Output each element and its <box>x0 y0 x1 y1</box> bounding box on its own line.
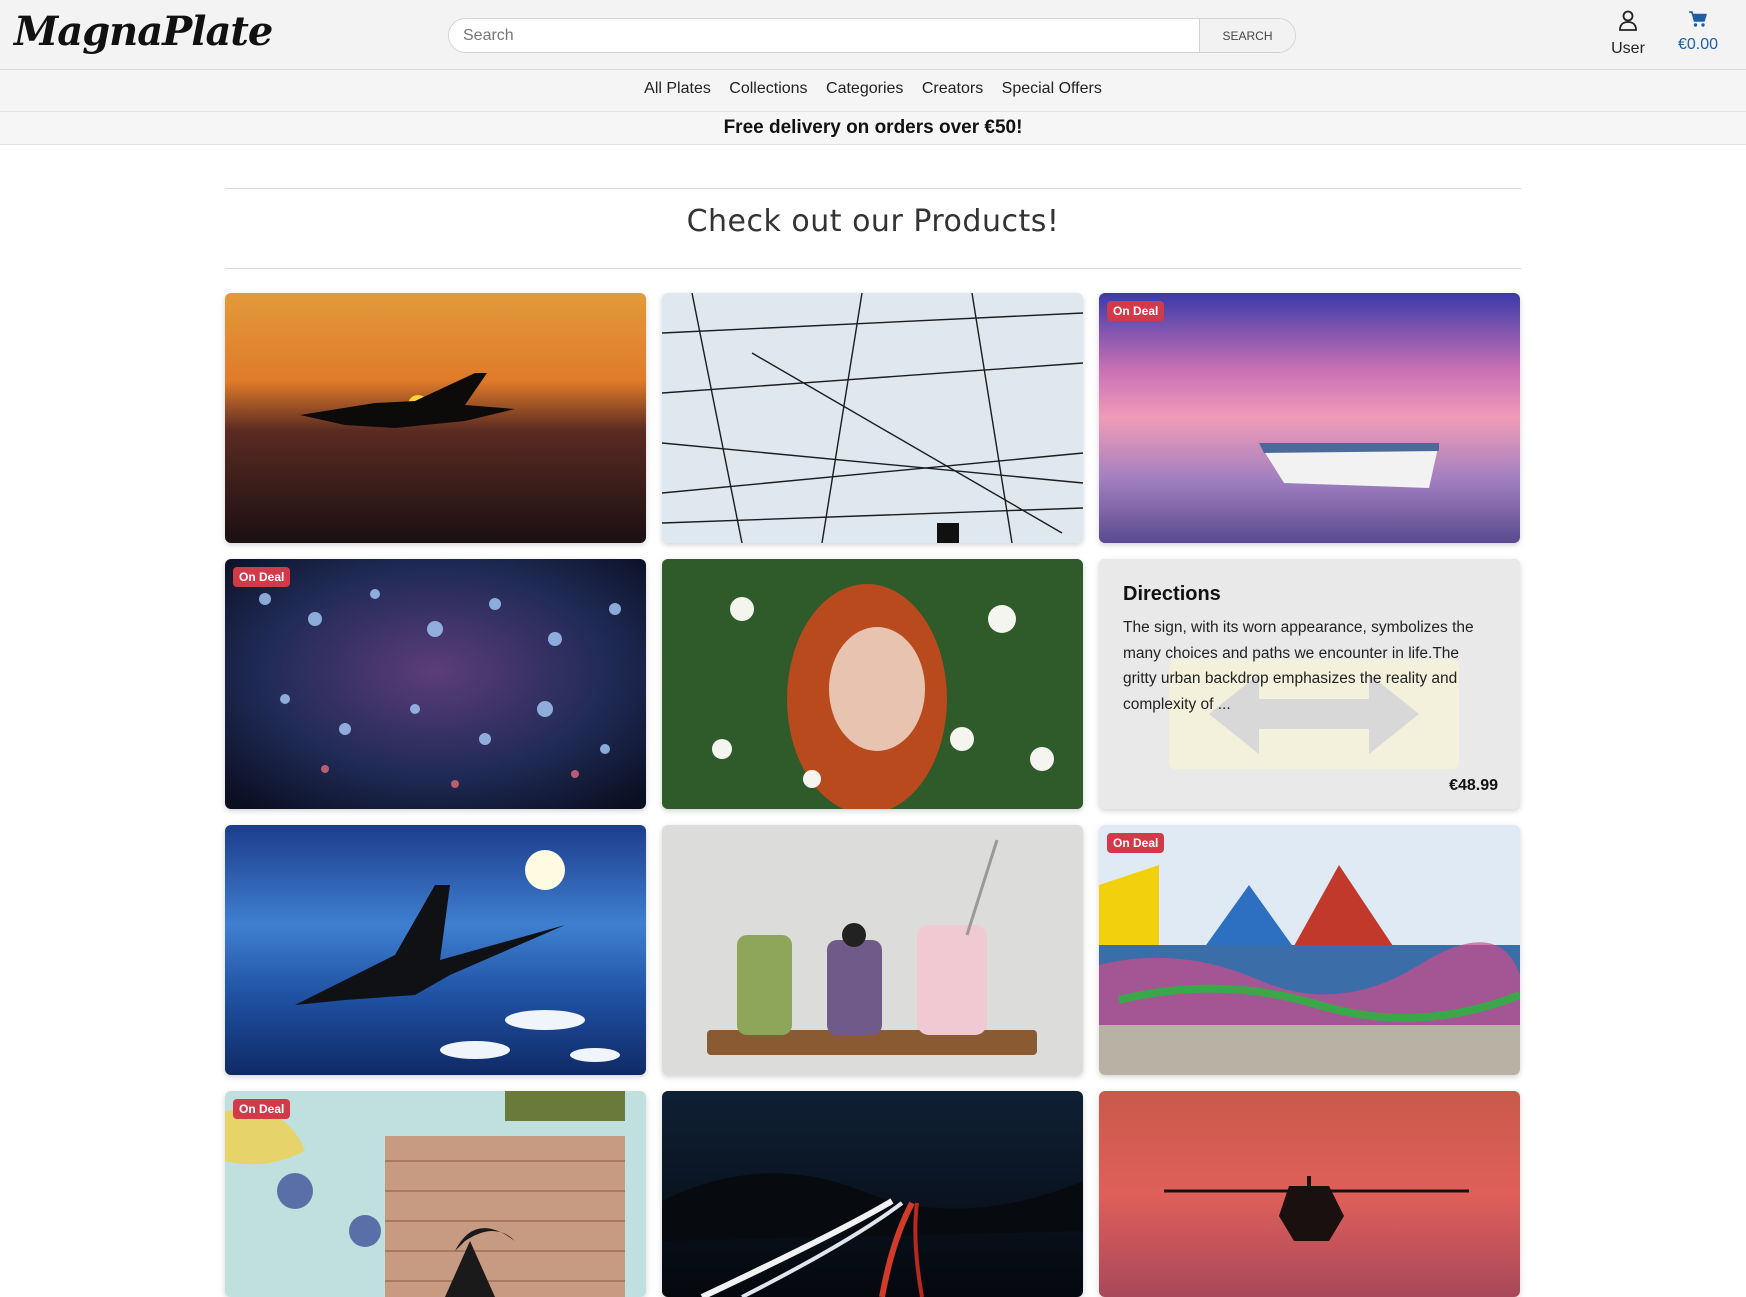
on-deal-badge: On Deal <box>233 1099 291 1119</box>
product-title: Directions <box>1123 583 1221 605</box>
product-info-overlay: Directions The sign, with its worn appea… <box>1099 559 1520 809</box>
user-icon <box>1619 10 1637 31</box>
product-description: The sign, with its worn appearance, symb… <box>1123 619 1474 713</box>
nav-all-plates[interactable]: All Plates <box>644 80 711 98</box>
site-header: MagnaPlate SEARCH User €0.00 <box>0 0 1746 70</box>
section-title: Check out our Products! <box>686 204 1060 239</box>
product-card[interactable] <box>662 1091 1083 1297</box>
product-image <box>1099 293 1520 543</box>
user-account-button[interactable]: User <box>1604 10 1652 58</box>
product-card[interactable]: On Deal <box>1099 293 1520 543</box>
cart-button[interactable]: €0.00 <box>1668 10 1728 54</box>
cart-total: €0.00 <box>1677 36 1719 53</box>
product-card[interactable]: On Deal <box>1099 825 1520 1075</box>
user-label: User <box>1611 40 1645 57</box>
search-bar: SEARCH <box>448 18 1296 53</box>
nav-creators[interactable]: Creators <box>922 80 983 98</box>
product-card[interactable] <box>1099 1091 1520 1297</box>
nav-special-offers[interactable]: Special Offers <box>1002 80 1102 98</box>
product-image <box>662 559 1083 809</box>
search-button[interactable]: SEARCH <box>1199 19 1295 52</box>
nav-collections[interactable]: Collections <box>729 80 807 98</box>
product-image <box>662 825 1083 1075</box>
product-card[interactable]: Directions The sign, with its worn appea… <box>1099 559 1520 809</box>
promo-banner: Free delivery on orders over €50! <box>0 112 1746 145</box>
product-image <box>1099 825 1520 1075</box>
product-price: €48.99 <box>1449 777 1498 794</box>
divider <box>225 188 1521 189</box>
on-deal-badge: On Deal <box>233 567 291 587</box>
product-card[interactable]: On Deal <box>225 559 646 809</box>
product-image <box>662 1091 1083 1297</box>
product-card[interactable] <box>662 825 1083 1075</box>
product-card[interactable] <box>225 825 646 1075</box>
product-card[interactable] <box>662 559 1083 809</box>
product-image <box>225 825 646 1075</box>
product-image <box>225 1091 646 1297</box>
product-card[interactable]: On Deal <box>225 1091 646 1297</box>
product-image <box>662 293 1083 543</box>
product-image <box>1099 1091 1520 1297</box>
on-deal-badge: On Deal <box>1107 301 1165 321</box>
search-input[interactable] <box>449 19 1200 52</box>
divider <box>225 268 1521 269</box>
nav-categories[interactable]: Categories <box>826 80 903 98</box>
product-card[interactable] <box>225 293 646 543</box>
site-logo[interactable]: MagnaPlate <box>14 8 273 55</box>
on-deal-badge: On Deal <box>1107 833 1165 853</box>
cart-icon <box>1689 11 1707 27</box>
product-image <box>225 559 646 809</box>
product-image <box>225 293 646 543</box>
product-card[interactable] <box>662 293 1083 543</box>
main-nav: All Plates Collections Categories Creato… <box>0 70 1746 112</box>
